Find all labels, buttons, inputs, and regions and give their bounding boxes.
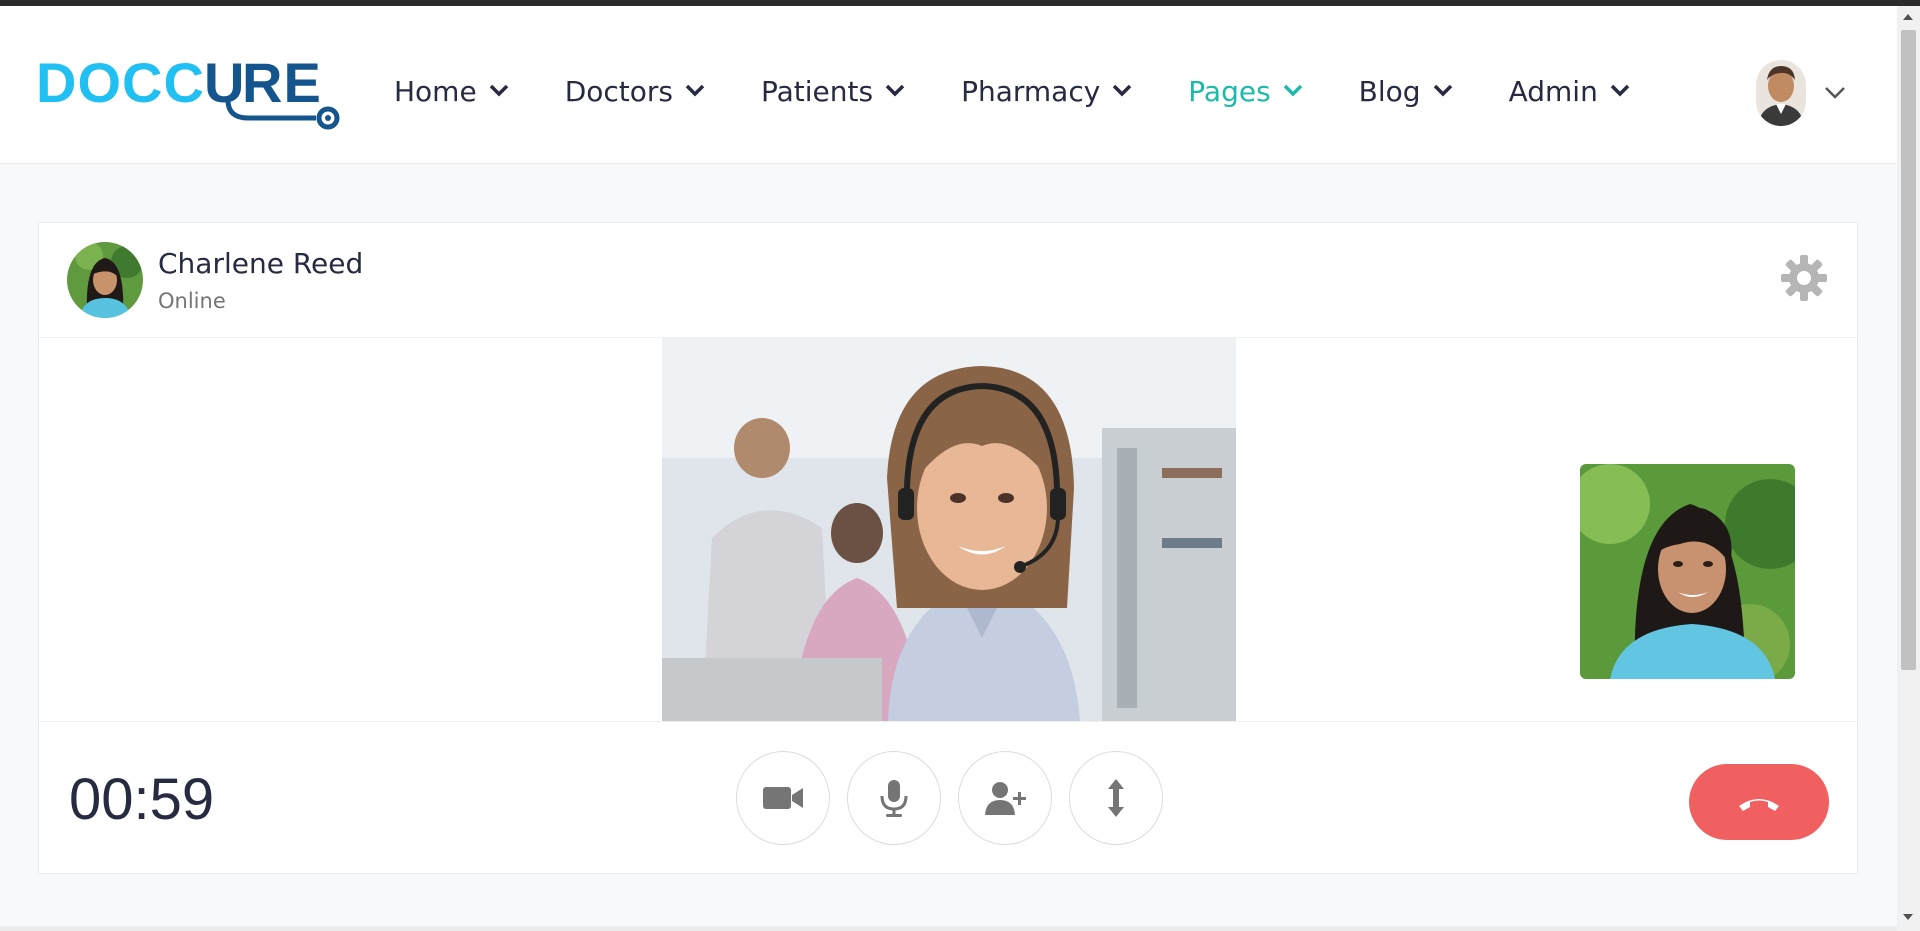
caller-avatar — [67, 242, 143, 318]
call-header: Charlene Reed Online — [39, 223, 1857, 338]
page-scrollbar[interactable] — [1897, 6, 1920, 931]
call-video-area — [39, 338, 1857, 721]
chevron-down-icon — [685, 84, 705, 97]
add-participant-button[interactable] — [958, 751, 1052, 845]
scroll-down-arrow-icon[interactable] — [1903, 914, 1913, 920]
page-bottom-edge — [0, 926, 1897, 931]
remote-video-feed — [662, 338, 1236, 721]
fullscreen-button[interactable] — [1069, 751, 1163, 845]
phone-hangup-icon — [1739, 799, 1779, 811]
main-nav: Home Doctors Patients Pharmacy Pages Blo… — [394, 66, 1686, 116]
svg-text:RE: RE — [242, 51, 322, 114]
chevron-down-icon — [885, 84, 905, 97]
resize-vertical-icon — [1108, 779, 1124, 817]
call-timer: 00:59 — [69, 767, 215, 832]
gear-icon — [1781, 255, 1827, 301]
chevron-down-icon — [1433, 84, 1452, 97]
nav-item-label: Doctors — [564, 74, 673, 108]
video-call-card: Charlene Reed Online 00:59 — [38, 222, 1858, 874]
call-footer: 00:59 — [39, 721, 1857, 873]
svg-text:DOCC: DOCC — [36, 51, 205, 114]
nav-item-pages[interactable]: Pages — [1188, 75, 1302, 108]
caller-name: Charlene Reed — [158, 247, 364, 280]
chevron-down-icon[interactable] — [1824, 86, 1846, 100]
nav-item-blog[interactable]: Blog — [1359, 75, 1453, 108]
site-header: DOCC U RE Home Doctors Patients Pharmacy… — [0, 6, 1897, 164]
svg-text:U: U — [204, 51, 245, 114]
end-call-button[interactable] — [1689, 764, 1829, 840]
nav-item-label: Home — [394, 74, 477, 108]
nav-item-pharmacy[interactable]: Pharmacy — [961, 75, 1132, 108]
microphone-icon — [880, 780, 908, 817]
video-camera-icon — [763, 787, 803, 809]
nav-item-label: Pharmacy — [961, 74, 1101, 108]
toggle-mic-button[interactable] — [847, 751, 941, 845]
nav-item-label: Admin — [1508, 74, 1598, 108]
toggle-video-button[interactable] — [736, 751, 830, 845]
chevron-down-icon — [1610, 84, 1630, 97]
doccure-logo[interactable]: DOCC U RE — [36, 46, 341, 136]
local-video-image — [1580, 464, 1795, 679]
scrollbar-thumb[interactable] — [1901, 30, 1916, 670]
nav-item-label: Blog — [1358, 74, 1421, 108]
caller-avatar-image — [67, 242, 143, 318]
user-avatar[interactable] — [1756, 60, 1806, 126]
remote-video-image — [662, 338, 1236, 721]
chevron-down-icon — [1113, 84, 1132, 97]
nav-item-admin[interactable]: Admin — [1509, 75, 1630, 108]
chevron-down-icon — [1283, 84, 1302, 97]
scroll-up-arrow-icon[interactable] — [1903, 14, 1913, 20]
chevron-down-icon — [489, 84, 508, 97]
nav-item-label: Patients — [760, 74, 874, 108]
nav-item-home[interactable]: Home — [394, 75, 509, 108]
nav-item-doctors[interactable]: Doctors — [565, 75, 705, 108]
nav-item-label: Pages — [1188, 74, 1271, 108]
local-video-preview — [1580, 464, 1795, 679]
logo-graphic: DOCC U RE — [36, 51, 340, 130]
nav-item-patients[interactable]: Patients — [761, 75, 905, 108]
add-user-icon — [985, 782, 1026, 815]
settings-button[interactable] — [1779, 253, 1829, 303]
caller-status: Online — [158, 289, 226, 313]
user-avatar-image — [1756, 60, 1806, 126]
